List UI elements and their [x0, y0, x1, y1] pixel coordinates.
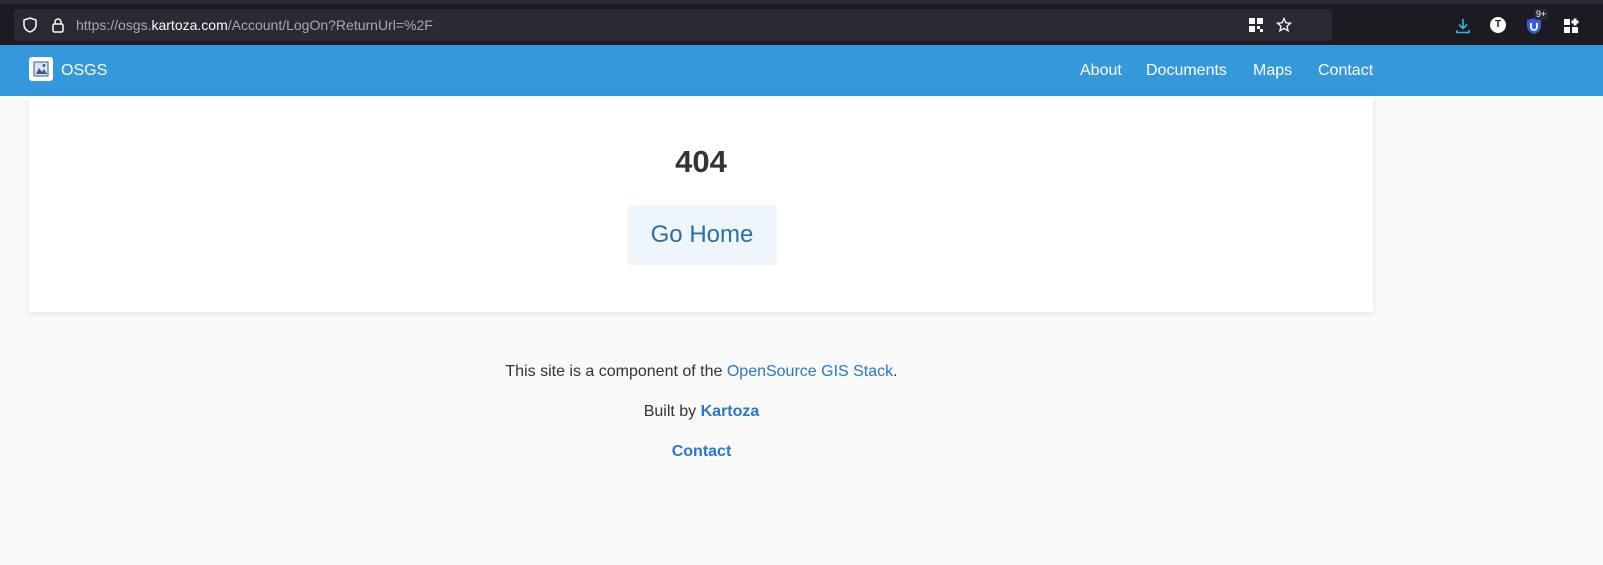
qr-code-icon[interactable]: [1248, 17, 1264, 33]
nav-link-contact[interactable]: Contact: [1318, 45, 1373, 96]
footer-contact-link[interactable]: Contact: [672, 443, 732, 460]
footer-component-text: This site is a component of the OpenSour…: [505, 363, 898, 380]
browser-toolbar: https://osgs.kartoza.com/Account/LogOn?R…: [0, 0, 1603, 45]
download-icon[interactable]: [1454, 17, 1472, 35]
opensource-gis-stack-link[interactable]: OpenSource GIS Stack: [727, 363, 893, 380]
url-text[interactable]: https://osgs.kartoza.com/Account/LogOn?R…: [76, 9, 433, 41]
brand-name[interactable]: OSGS: [61, 45, 107, 96]
footer-built-by: Built by Kartoza: [643, 403, 760, 420]
error-card: 404 Go Home: [29, 96, 1373, 312]
error-code-heading: 404: [675, 144, 727, 179]
extensions-icon[interactable]: [1562, 17, 1580, 35]
kartoza-link[interactable]: Kartoza: [701, 403, 760, 420]
account-avatar-icon[interactable]: T: [1490, 17, 1506, 33]
ublock-extension-icon[interactable]: 9+: [1526, 9, 1549, 35]
nav-link-documents[interactable]: Documents: [1146, 45, 1227, 96]
lock-icon[interactable]: [50, 17, 66, 33]
site-navbar: OSGS About Documents Maps Contact: [0, 45, 1603, 96]
shield-icon[interactable]: [22, 17, 38, 33]
bookmark-star-icon[interactable]: [1276, 17, 1292, 33]
go-home-button[interactable]: Go Home: [627, 205, 777, 265]
footer-contact: Contact: [0, 443, 1403, 461]
extension-badge: 9+: [1534, 9, 1549, 20]
nav-link-about[interactable]: About: [1080, 45, 1122, 96]
brand-logo-icon[interactable]: [29, 57, 53, 81]
address-bar[interactable]: https://osgs.kartoza.com/Account/LogOn?R…: [14, 9, 1332, 41]
nav-link-maps[interactable]: Maps: [1253, 45, 1292, 96]
